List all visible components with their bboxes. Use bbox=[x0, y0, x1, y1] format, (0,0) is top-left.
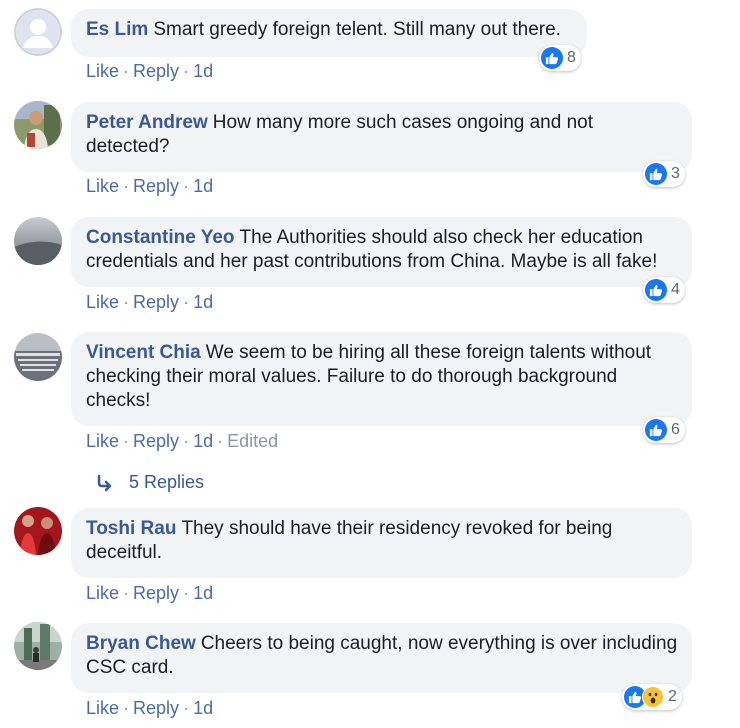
reaction-count: 8 bbox=[567, 49, 576, 66]
timestamp[interactable]: 1d bbox=[193, 583, 213, 603]
comment-bubble: Toshi Rau They should have their residenc… bbox=[71, 508, 692, 578]
avatar[interactable] bbox=[14, 217, 62, 265]
comment-actions: Like · Reply · 1d bbox=[86, 698, 214, 718]
reaction-summary[interactable]: 2 bbox=[622, 684, 682, 710]
reaction-summary[interactable]: 3 bbox=[643, 161, 685, 187]
reply-arrow-icon bbox=[97, 474, 112, 491]
comment-author[interactable]: Peter Andrew bbox=[86, 112, 208, 133]
reply-link[interactable]: Reply bbox=[133, 176, 179, 196]
avatar[interactable] bbox=[14, 8, 62, 56]
comment-actions: Like · Reply · 1d · Edited bbox=[86, 431, 279, 451]
like-link[interactable]: Like bbox=[86, 698, 119, 718]
avatar[interactable] bbox=[14, 101, 62, 149]
comment-bubble: Vincent Chia We seem to be hiring all the… bbox=[71, 332, 692, 426]
like-link[interactable]: Like bbox=[86, 583, 119, 603]
reaction-summary[interactable]: 8 bbox=[539, 45, 581, 71]
timestamp[interactable]: 1d bbox=[193, 698, 213, 718]
comment-author[interactable]: Constantine Yeo bbox=[86, 227, 235, 248]
reply-link[interactable]: Reply bbox=[133, 698, 179, 718]
view-replies-link[interactable]: 5 Replies bbox=[95, 472, 204, 493]
comment-author[interactable]: Bryan Chew bbox=[86, 633, 196, 654]
like-link[interactable]: Like bbox=[86, 176, 119, 196]
comment-text: Smart greedy foreign telent. Still many … bbox=[153, 19, 561, 40]
thumbs-up-icon bbox=[645, 163, 667, 185]
reply-link[interactable]: Reply bbox=[133, 292, 179, 312]
comment-actions: Like · Reply · 1d bbox=[86, 583, 214, 603]
comment-actions: Like · Reply · 1d bbox=[86, 61, 214, 81]
reaction-count: 4 bbox=[671, 281, 680, 298]
replies-label[interactable]: 5 Replies bbox=[129, 472, 204, 493]
person-photo-icon bbox=[14, 507, 62, 555]
timestamp[interactable]: 1d bbox=[193, 61, 213, 81]
avatar[interactable] bbox=[14, 622, 62, 670]
reaction-count: 2 bbox=[668, 688, 677, 705]
reaction-summary[interactable]: 4 bbox=[643, 277, 685, 303]
thumbs-up-icon bbox=[541, 47, 563, 69]
comment-actions: Like · Reply · 1d bbox=[86, 292, 214, 312]
comment-author[interactable]: Vincent Chia bbox=[86, 342, 201, 363]
comment-actions: Like · Reply · 1d bbox=[86, 176, 214, 196]
reaction-summary[interactable]: 6 bbox=[643, 417, 685, 443]
timestamp[interactable]: 1d bbox=[193, 431, 213, 451]
comment-author[interactable]: Es Lim bbox=[86, 19, 148, 40]
like-link[interactable]: Like bbox=[86, 292, 119, 312]
comment-bubble: Peter Andrew How many more such cases ong… bbox=[71, 102, 692, 172]
avatar[interactable] bbox=[14, 333, 62, 381]
person-photo-icon bbox=[14, 101, 62, 149]
thumbs-up-icon bbox=[645, 279, 667, 301]
reply-link[interactable]: Reply bbox=[133, 583, 179, 603]
reaction-count: 3 bbox=[671, 165, 680, 182]
like-link[interactable]: Like bbox=[86, 61, 119, 81]
timestamp[interactable]: 1d bbox=[193, 292, 213, 312]
thumbs-up-icon bbox=[645, 419, 667, 441]
reply-link[interactable]: Reply bbox=[133, 61, 179, 81]
wow-icon bbox=[642, 686, 664, 708]
avatar[interactable] bbox=[14, 507, 62, 555]
edited-label[interactable]: Edited bbox=[227, 431, 278, 451]
like-link[interactable]: Like bbox=[86, 431, 119, 451]
reaction-count: 6 bbox=[671, 421, 680, 438]
sky-photo-icon bbox=[14, 217, 62, 265]
default-avatar-icon bbox=[14, 8, 62, 56]
building-photo-icon bbox=[14, 333, 62, 381]
comment-author[interactable]: Toshi Rau bbox=[86, 518, 176, 539]
comment-bubble: Bryan Chew Cheers to being caught, now ev… bbox=[71, 623, 692, 693]
timestamp[interactable]: 1d bbox=[193, 176, 213, 196]
reply-link[interactable]: Reply bbox=[133, 431, 179, 451]
comment-bubble: Es Lim Smart greedy foreign telent. Still… bbox=[71, 9, 587, 57]
comment-bubble: Constantine Yeo The Authorities should al… bbox=[71, 217, 692, 287]
person-photo-icon bbox=[14, 622, 62, 670]
